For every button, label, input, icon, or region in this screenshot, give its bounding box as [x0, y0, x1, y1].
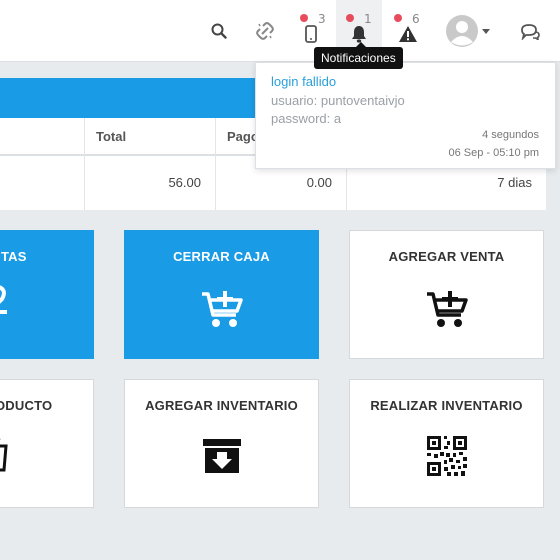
shopping-bag-icon: [0, 438, 8, 472]
table-header-total: Total: [85, 118, 216, 156]
card-label: TAS: [1, 249, 27, 264]
chat-button[interactable]: [514, 0, 546, 62]
top-navbar: 3 1 6: [0, 0, 560, 62]
caret-down-icon: [482, 28, 490, 34]
unlink-icon: [256, 22, 274, 40]
avatar: [446, 15, 478, 47]
search-button[interactable]: [204, 0, 234, 62]
sales-card[interactable]: TAS: [0, 230, 94, 359]
table-header-cell: [0, 118, 85, 156]
alerts-count: 6: [412, 12, 420, 26]
realizar-inventario-card[interactable]: REALIZAR INVENTARIO: [349, 379, 544, 508]
unlink-button[interactable]: [250, 0, 280, 62]
notification-password: password: a: [271, 111, 342, 126]
agregar-venta-card[interactable]: AGREGAR VENTA: [349, 230, 544, 359]
notifications-dropdown: login fallido usuario: puntoventaivjo pa…: [255, 62, 556, 169]
badge-dot: [394, 14, 402, 22]
mobile-phone-icon: [305, 25, 317, 43]
archive-download-icon: [202, 439, 241, 473]
card-label: AGREGAR INVENTARIO: [145, 398, 298, 413]
notification-title[interactable]: login fallido: [271, 74, 336, 89]
bell-icon: [352, 26, 366, 43]
search-icon: [211, 23, 227, 39]
warning-icon: [399, 26, 417, 42]
producto-card[interactable]: ODUCTO: [0, 379, 94, 508]
cerrar-caja-card[interactable]: CERRAR CAJA: [124, 230, 319, 359]
notification-date: 06 Sep - 05:10 pm: [448, 147, 539, 159]
qr-code-icon: [426, 436, 467, 476]
notification-user: usuario: puntoventaivjo: [271, 93, 405, 108]
notification-elapsed: 4 segundos: [482, 129, 539, 141]
card-label: ODUCTO: [0, 398, 53, 413]
badge-dot: [300, 14, 308, 22]
user-menu[interactable]: [442, 0, 494, 62]
mobile-count: 3: [318, 12, 326, 26]
notifications-count: 1: [364, 12, 372, 26]
badge-dot: [346, 14, 354, 22]
card-label: AGREGAR VENTA: [388, 249, 505, 264]
digit-icon: [0, 285, 7, 314]
table-cell: [0, 156, 85, 210]
card-label: CERRAR CAJA: [173, 249, 270, 264]
card-label: REALIZAR INVENTARIO: [370, 398, 523, 413]
cart-plus-icon: [426, 291, 468, 327]
chat-bubbles-icon: [521, 24, 540, 40]
table-cell-total: 56.00: [85, 156, 216, 210]
notifications-tooltip: Notificaciones: [314, 42, 403, 69]
agregar-inventario-card[interactable]: AGREGAR INVENTARIO: [124, 379, 319, 508]
cart-plus-icon: [201, 291, 243, 327]
